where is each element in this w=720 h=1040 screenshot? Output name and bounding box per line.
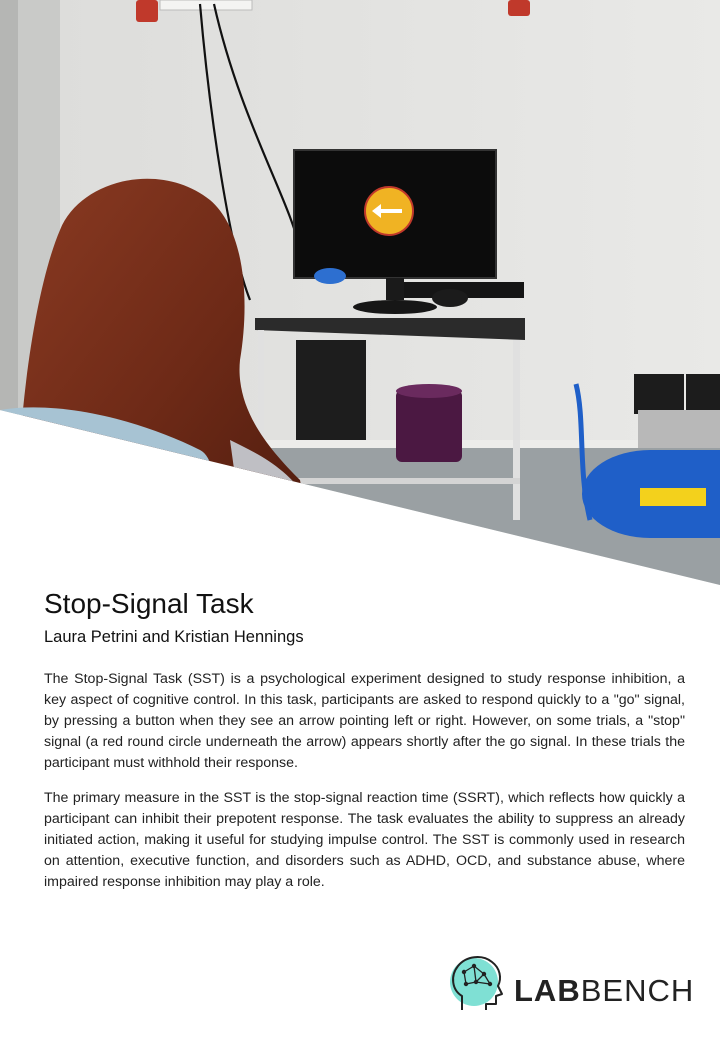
purple-tin [396, 384, 462, 462]
brand-wordmark-bench: BENCH [580, 973, 695, 1008]
page-title: Stop-Signal Task [44, 588, 254, 619]
body-paragraph-2: The primary measure in the SST is the st… [44, 790, 685, 890]
brand-wordmark-lab: LAB [514, 973, 581, 1008]
hero-photo [0, 0, 720, 585]
body-paragraph-1: The Stop-Signal Task (SST) is a psycholo… [44, 671, 685, 771]
brand-wordmark: LABBENCH [514, 973, 694, 1009]
authors: Laura Petrini and Kristian Hennings [44, 628, 304, 646]
